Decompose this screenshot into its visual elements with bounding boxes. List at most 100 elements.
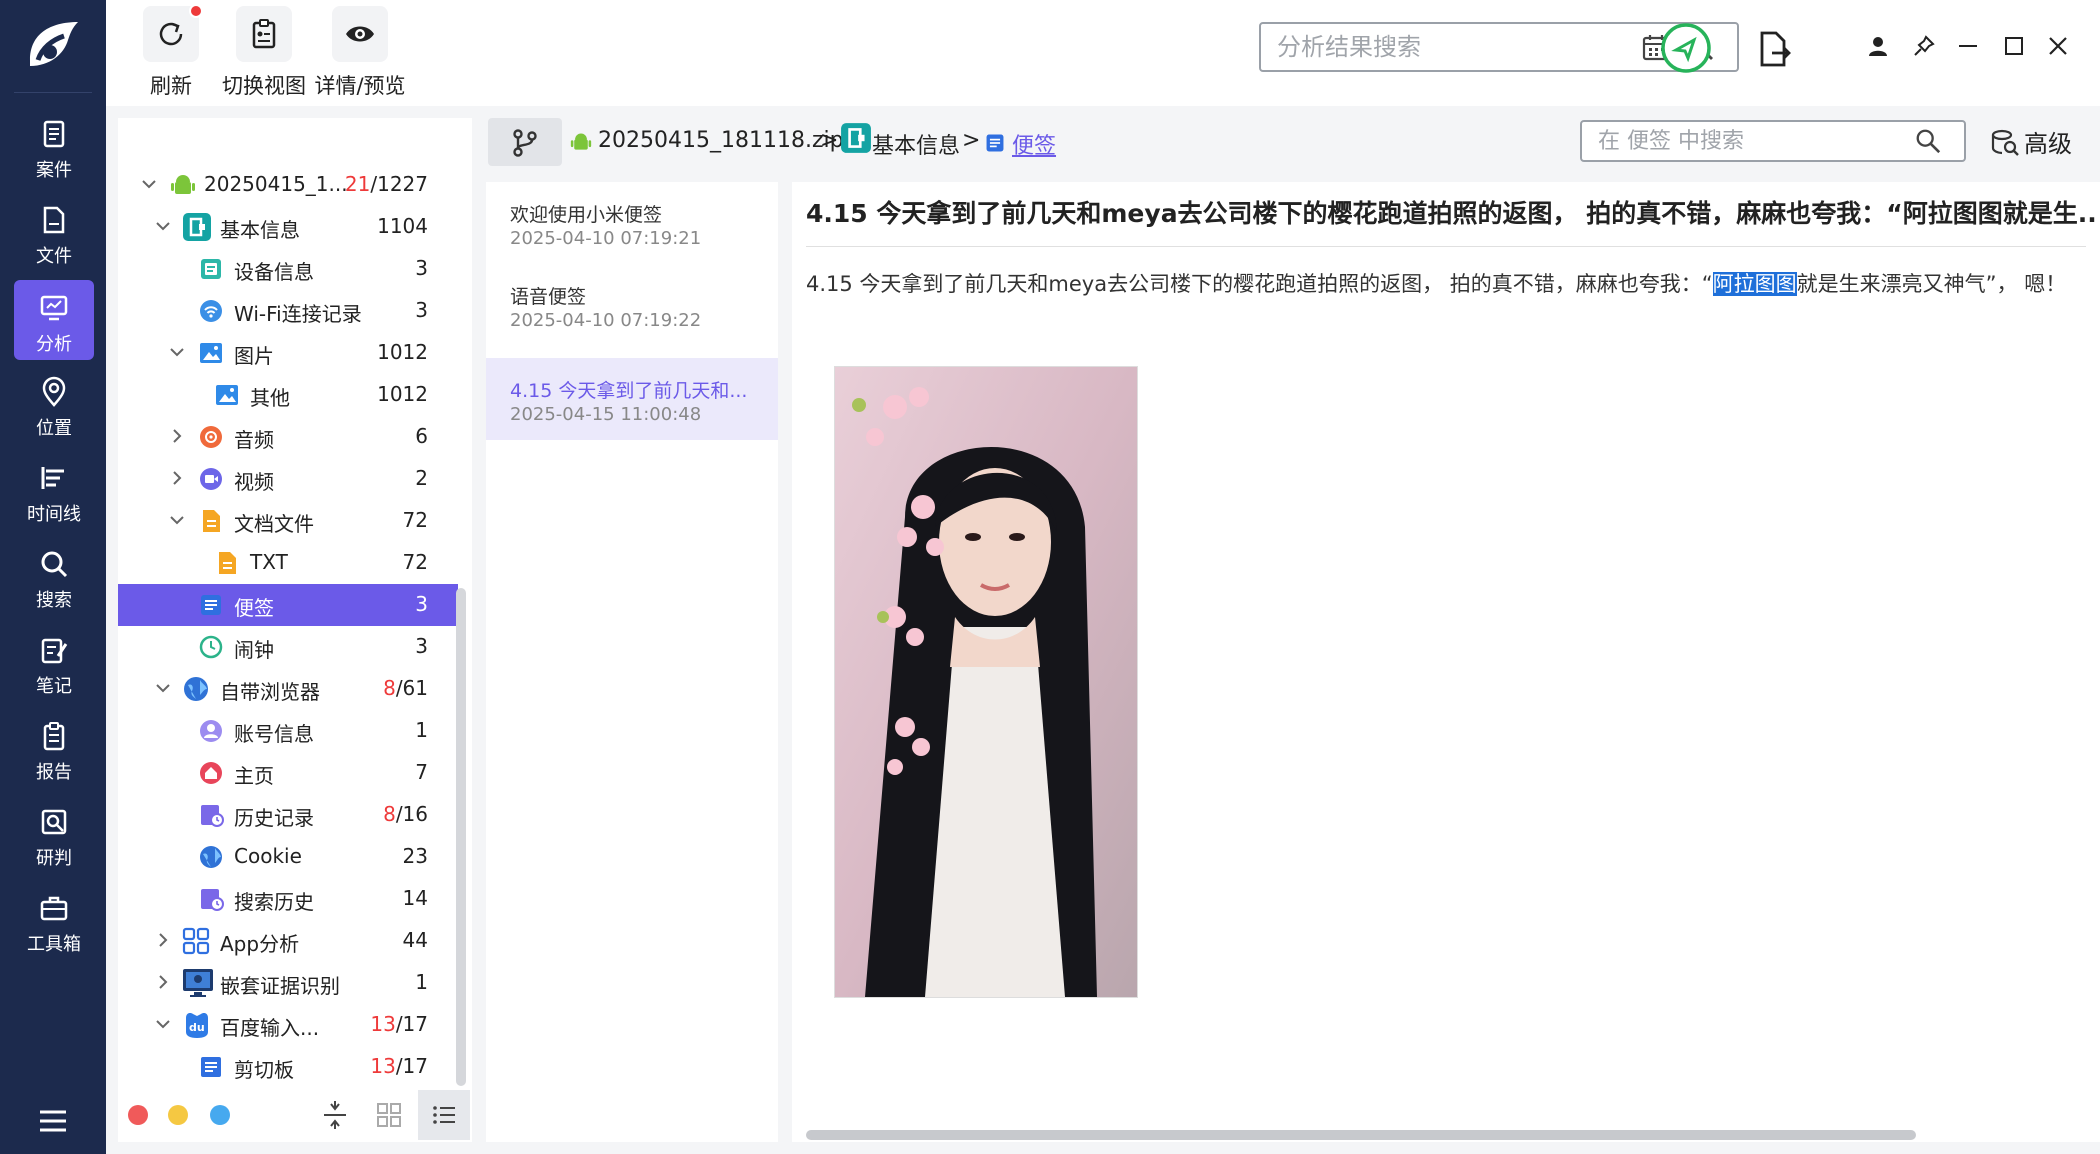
menu-icon[interactable] <box>36 1106 70 1136</box>
tree-row-other[interactable]: 其他 1012 <box>118 374 458 416</box>
yellow-dot-filter[interactable] <box>168 1105 188 1125</box>
chevron-down-icon[interactable] <box>154 217 172 235</box>
breadcrumb-zip[interactable]: 20250415_181118.zip <box>598 128 844 153</box>
tree-count: 1104 <box>377 214 428 238</box>
tree-row-cookie[interactable]: Cookie 23 <box>118 836 458 878</box>
branch-button[interactable] <box>488 118 562 166</box>
tree-row-browser[interactable]: 自带浏览器 8/61 <box>118 668 458 710</box>
monitor-icon <box>183 969 213 997</box>
tree-count: 13/17 <box>370 1054 428 1078</box>
nav-label: 工具箱 <box>27 934 81 955</box>
tree-count: 8/16 <box>383 802 428 826</box>
collapse-icon[interactable] <box>320 1100 350 1130</box>
nav-item-report[interactable]: 报告 <box>14 708 94 788</box>
export-file-icon[interactable] <box>1758 30 1792 68</box>
tree-row-history[interactable]: 历史记录 8/16 <box>118 794 458 836</box>
tree-row-alarm[interactable]: 闹钟 3 <box>118 626 458 668</box>
tree-row-documents[interactable]: 文档文件 72 <box>118 500 458 542</box>
search-highlight: 阿拉图图 <box>1712 272 1797 296</box>
red-dot-filter[interactable] <box>128 1105 148 1125</box>
tree-count: 3 <box>415 634 428 658</box>
close-icon[interactable] <box>2046 34 2070 58</box>
top-toolbar: 刷新 切换视图 详情/预览 <box>106 0 2100 106</box>
nav-divider <box>14 92 92 93</box>
notes-search-input[interactable] <box>1596 126 1906 156</box>
clipboard-list-icon <box>201 1057 221 1077</box>
switch-view-button[interactable]: 切换视图 <box>216 6 312 100</box>
preview-label: 详情/预览 <box>314 74 406 98</box>
refresh-button[interactable]: 刷新 <box>136 4 206 100</box>
chevron-right-icon[interactable] <box>154 931 172 949</box>
tree-row-notes[interactable]: 便签 3 <box>118 584 458 626</box>
breadcrumb-basic-info[interactable]: 基本信息 <box>872 128 960 160</box>
nav-label: 搜索 <box>36 590 72 611</box>
tree-row-wifi[interactable]: Wi-Fi连接记录 3 <box>118 290 458 332</box>
grid-view-icon[interactable] <box>376 1102 402 1128</box>
tree-row-txt[interactable]: TXT 72 <box>118 542 458 584</box>
detail-horizontal-scrollbar[interactable] <box>806 1130 1916 1140</box>
nav-item-note[interactable]: 笔记 <box>14 622 94 702</box>
nav-item-judge[interactable]: 研判 <box>14 794 94 874</box>
notification-dot <box>189 4 203 18</box>
chevron-right-icon[interactable] <box>168 427 186 445</box>
maximize-icon[interactable] <box>2002 34 2026 58</box>
tree-count: 23 <box>402 844 428 868</box>
preview-button[interactable]: 详情/预览 <box>304 6 416 100</box>
nav-item-search[interactable]: 搜索 <box>14 536 94 616</box>
note-detail-title: 4.15 今天拿到了前几天和meya去公司楼下的樱花跑道拍照的返图， 拍的真不错… <box>806 199 2096 228</box>
nav-item-case[interactable]: 案件 <box>14 106 94 186</box>
tree-row-audio[interactable]: 音频 6 <box>118 416 458 458</box>
note-photo[interactable] <box>834 366 1138 998</box>
advanced-search-icon[interactable] <box>1990 128 2020 158</box>
tree-row-nested-evidence[interactable]: 嵌套证据识别 1 <box>118 962 458 1004</box>
audio-icon <box>200 426 222 448</box>
tree-row-device-info[interactable]: 设备信息 3 <box>118 248 458 290</box>
breadcrumb-current[interactable]: 便签 <box>1012 128 1056 160</box>
divider <box>806 246 2086 247</box>
nav-item-analysis[interactable]: 分析 <box>14 280 94 360</box>
search-icon <box>41 551 68 578</box>
nav-item-location[interactable]: 位置 <box>14 364 94 444</box>
app-logo-icon <box>30 22 78 66</box>
shield-status-icon[interactable] <box>1660 22 1712 74</box>
tree-row-clipboard[interactable]: 剪切板 13/17 <box>118 1046 458 1088</box>
notes-search-box <box>1580 120 1966 162</box>
list-item[interactable]: 语音便签 2025-04-10 07:19:22 <box>486 264 778 346</box>
tree-row-root[interactable]: 20250415_1... 21/1227 <box>118 164 458 206</box>
chevron-down-icon[interactable] <box>140 175 158 193</box>
case-icon <box>43 120 65 148</box>
list-item[interactable]: 欢迎使用小米便签 2025-04-10 07:19:21 <box>486 182 778 264</box>
tree-row-app-analysis[interactable]: App分析 44 <box>118 920 458 962</box>
tree-row-video[interactable]: 视频 2 <box>118 458 458 500</box>
search-icon[interactable] <box>1914 127 1942 155</box>
tree-row-homepage[interactable]: 主页 7 <box>118 752 458 794</box>
minimize-icon[interactable] <box>1956 34 1980 58</box>
chevron-down-icon[interactable] <box>168 511 186 529</box>
user-icon[interactable] <box>1866 34 1890 58</box>
chevron-right-icon[interactable] <box>154 973 172 991</box>
chevron-down-icon[interactable] <box>154 679 172 697</box>
tree-label: 图片 <box>234 344 274 368</box>
chevron-right-icon[interactable] <box>168 469 186 487</box>
pin-icon[interactable] <box>1912 34 1936 58</box>
tree-scrollbar[interactable] <box>456 588 466 1086</box>
tree-row-search-history[interactable]: 搜索历史 14 <box>118 878 458 920</box>
tree-row-basic-info[interactable]: 基本信息 1104 <box>118 206 458 248</box>
note-detail-body: 4.15 今天拿到了前几天和meya去公司楼下的樱花跑道拍照的返图， 拍的真不错… <box>806 268 2066 298</box>
chevron-down-icon[interactable] <box>154 1015 172 1033</box>
analysis-search-input[interactable] <box>1275 30 1635 64</box>
list-item[interactable]: 4.15 今天拿到了前几天和... 2025-04-15 11:00:48 <box>486 358 778 440</box>
blue-dot-filter[interactable] <box>210 1105 230 1125</box>
nav-item-toolbox[interactable]: 工具箱 <box>14 880 94 960</box>
list-view-button[interactable] <box>418 1090 470 1140</box>
chevron-down-icon[interactable] <box>168 343 186 361</box>
advanced-search-label[interactable]: 高级 <box>2024 124 2072 159</box>
tree-label: 便签 <box>234 596 274 620</box>
basic-info-icon <box>841 123 871 153</box>
nav-item-file[interactable]: 文件 <box>14 192 94 272</box>
nav-item-timeline[interactable]: 时间线 <box>14 450 94 530</box>
tree-row-images[interactable]: 图片 1012 <box>118 332 458 374</box>
tree-row-account[interactable]: 账号信息 1 <box>118 710 458 752</box>
tree-row-baidu-input[interactable]: du 百度输入... 13/17 <box>118 1004 458 1046</box>
tree-count: 1012 <box>377 382 428 406</box>
